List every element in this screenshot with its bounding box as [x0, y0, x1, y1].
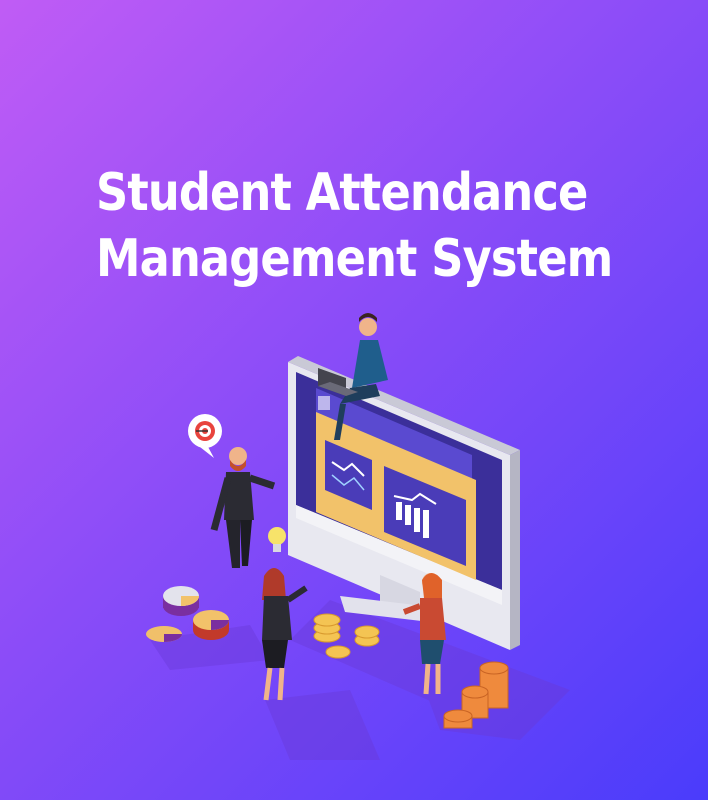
pie-chart-icon [146, 586, 229, 642]
target-icon [188, 414, 222, 458]
lightbulb-icon [268, 527, 286, 552]
isometric-illustration [146, 313, 570, 760]
man-standing [210, 447, 276, 568]
